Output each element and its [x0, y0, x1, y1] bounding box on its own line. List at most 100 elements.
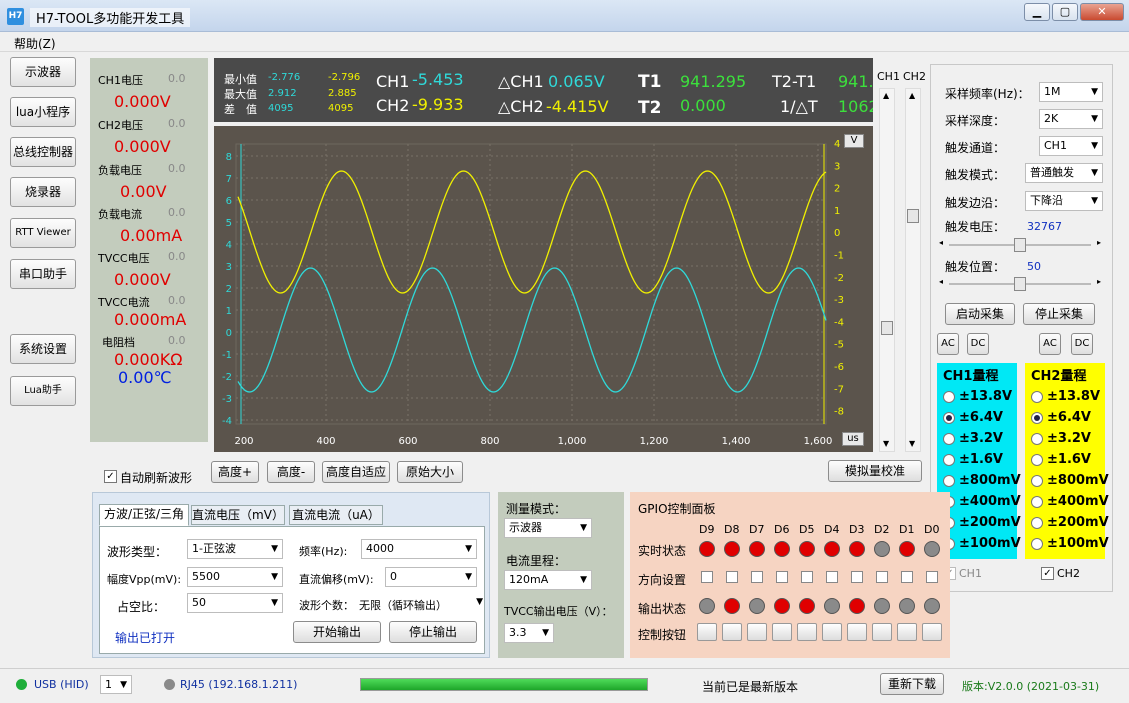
ch2-enable-checkbox[interactable]: ✓	[1041, 567, 1054, 580]
trigger-channel-select[interactable]: CH1 ▼	[1039, 136, 1103, 156]
close-button[interactable]: ✕	[1080, 3, 1124, 21]
trigger-position-slider[interactable]: ◂ ▸	[939, 276, 1101, 292]
gpio-output-led[interactable]	[699, 598, 715, 614]
amplitude-select[interactable]: 5500 ▼	[187, 567, 283, 587]
gpio-control-button[interactable]	[872, 623, 892, 641]
minimize-button[interactable]: ▁	[1024, 3, 1050, 21]
sidebar-programmer-button[interactable]: 烧录器	[10, 177, 76, 207]
ch2-dc-button[interactable]: DC	[1071, 333, 1093, 355]
ch2-range-radio[interactable]	[1031, 391, 1043, 403]
trigger-mode-select[interactable]: 普通触发 ▼	[1025, 163, 1103, 183]
gpio-output-led[interactable]	[749, 598, 765, 614]
sample-rate-select[interactable]: 1M ▼	[1039, 82, 1103, 102]
gpio-control-button[interactable]	[922, 623, 942, 641]
ch1-dc-button[interactable]: DC	[967, 333, 989, 355]
ch1-range-radio[interactable]	[943, 475, 955, 487]
gpio-output-led[interactable]	[924, 598, 940, 614]
gpio-control-button[interactable]	[697, 623, 717, 641]
gpio-direction-checkbox[interactable]	[851, 571, 863, 583]
tab-dc-current[interactable]: 直流电流（uA）	[289, 505, 383, 525]
gpio-control-button[interactable]	[822, 623, 842, 641]
trigger-voltage-thumb[interactable]	[1014, 238, 1026, 252]
ch1-range-radio[interactable]	[943, 433, 955, 445]
ch2-offset-thumb[interactable]	[907, 209, 919, 223]
sidebar-lua-assistant-button[interactable]: Lua助手	[10, 376, 76, 406]
gpio-control-button[interactable]	[772, 623, 792, 641]
gpio-direction-checkbox[interactable]	[726, 571, 738, 583]
ch2-range-radio[interactable]	[1031, 475, 1043, 487]
scope-plot[interactable]: 8 7 6 5 4 3 2 1 0 -1 -2 -3 -4 4 3 2 1 0 -1 -2 -3 -4 -5 -6 -7 -8 20…	[214, 126, 873, 452]
gpio-direction-checkbox[interactable]	[826, 571, 838, 583]
gpio-direction-checkbox[interactable]	[751, 571, 763, 583]
tvcc-output-select[interactable]: 3.3 ▼	[504, 623, 554, 643]
gpio-output-led[interactable]	[799, 598, 815, 614]
gpio-output-led[interactable]	[774, 598, 790, 614]
gpio-output-led[interactable]	[849, 598, 865, 614]
ch2-range-radio[interactable]	[1031, 454, 1043, 466]
wave-count-value[interactable]: 无限（循环输出）	[359, 597, 447, 613]
ch2-range-radio[interactable]	[1031, 433, 1043, 445]
sidebar-oscilloscope-button[interactable]: 示波器	[10, 57, 76, 87]
ch2-offset-scrollbar[interactable]: ▲ ▼	[905, 88, 921, 452]
sidebar-lua-program-button[interactable]: lua小程序	[10, 97, 76, 127]
wave-type-select[interactable]: 1-正弦波 ▼	[187, 539, 283, 559]
device-index-select[interactable]: 1 ▼	[100, 675, 132, 694]
gpio-control-button[interactable]	[797, 623, 817, 641]
depth-select[interactable]: 2K ▼	[1039, 109, 1103, 129]
tab-square-sine-triangle[interactable]: 方波/正弦/三角	[99, 504, 189, 526]
ch2-range-radio[interactable]	[1031, 517, 1043, 529]
gpio-control-button[interactable]	[722, 623, 742, 641]
gpio-direction-checkbox[interactable]	[801, 571, 813, 583]
ch2-range-radio[interactable]	[1031, 496, 1043, 508]
gpio-direction-checkbox[interactable]	[701, 571, 713, 583]
gpio-direction-checkbox[interactable]	[901, 571, 913, 583]
gpio-direction-checkbox[interactable]	[876, 571, 888, 583]
sidebar-bus-controller-button[interactable]: 总线控制器	[10, 137, 76, 167]
gpio-control-button[interactable]	[847, 623, 867, 641]
waveform-canvas[interactable]: 8 7 6 5 4 3 2 1 0 -1 -2 -3 -4 4 3 2 1 0 -1 -2 -3 -4 -5 -6 -7 -8 20…	[214, 126, 873, 452]
gpio-control-button[interactable]	[897, 623, 917, 641]
maximize-button[interactable]: ▢	[1052, 3, 1078, 21]
trigger-voltage-slider[interactable]: ◂ ▸	[939, 237, 1101, 253]
height-plus-button[interactable]: 高度+	[211, 461, 259, 483]
gpio-direction-checkbox[interactable]	[926, 571, 938, 583]
trigger-position-thumb[interactable]	[1014, 277, 1026, 291]
ch2-ac-button[interactable]: AC	[1039, 333, 1061, 355]
time-unit-button[interactable]: us	[842, 432, 864, 446]
redownload-button[interactable]: 重新下载	[880, 673, 944, 695]
auto-refresh-checkbox[interactable]: ✓	[104, 470, 117, 483]
stop-acquire-button[interactable]: 停止采集	[1023, 303, 1095, 325]
ch2-range-radio[interactable]	[1031, 412, 1043, 424]
ch1-range-radio[interactable]	[943, 454, 955, 466]
sidebar-serial-assistant-button[interactable]: 串口助手	[10, 259, 76, 289]
ch1-offset-scrollbar[interactable]: ▲ ▼	[879, 88, 895, 452]
ch1-range-radio[interactable]	[943, 391, 955, 403]
height-auto-button[interactable]: 高度自适应	[322, 461, 390, 483]
gpio-control-button[interactable]	[747, 623, 767, 641]
trigger-edge-select[interactable]: 下降沿 ▼	[1025, 191, 1103, 211]
stop-output-button[interactable]: 停止输出	[389, 621, 477, 643]
tab-dc-voltage[interactable]: 直流电压（mV）	[191, 505, 285, 525]
original-size-button[interactable]: 原始大小	[397, 461, 463, 483]
gpio-direction-checkbox[interactable]	[776, 571, 788, 583]
ch2-range-radio[interactable]	[1031, 538, 1043, 550]
ch1-ac-button[interactable]: AC	[937, 333, 959, 355]
voltage-unit-button[interactable]: V	[844, 134, 864, 148]
menu-help[interactable]: 帮助(Z)	[14, 35, 56, 52]
dc-offset-select[interactable]: 0 ▼	[385, 567, 477, 587]
current-range-select[interactable]: 120mA ▼	[504, 570, 592, 590]
start-acquire-button[interactable]: 启动采集	[945, 303, 1015, 325]
ch1-range-radio[interactable]	[943, 412, 955, 424]
height-minus-button[interactable]: 高度-	[267, 461, 315, 483]
duty-cycle-select[interactable]: 50 ▼	[187, 593, 283, 613]
sidebar-system-settings-button[interactable]: 系统设置	[10, 334, 76, 364]
sidebar-rtt-viewer-button[interactable]: RTT Viewer	[10, 218, 76, 248]
gpio-output-led[interactable]	[724, 598, 740, 614]
gpio-output-led[interactable]	[874, 598, 890, 614]
ch1-offset-thumb[interactable]	[881, 321, 893, 335]
gpio-output-led[interactable]	[899, 598, 915, 614]
analog-calibrate-button[interactable]: 模拟量校准	[828, 460, 922, 482]
gpio-output-led[interactable]	[824, 598, 840, 614]
start-output-button[interactable]: 开始输出	[293, 621, 381, 643]
frequency-select[interactable]: 4000 ▼	[361, 539, 477, 559]
